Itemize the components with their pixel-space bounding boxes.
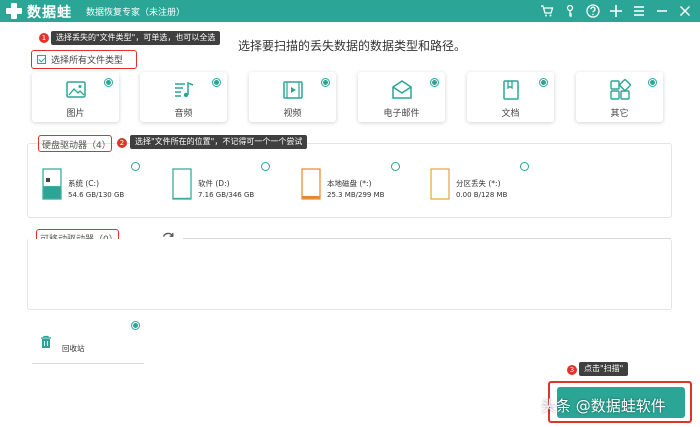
watermark-overlay: 头条 @数据蛙软件 xyxy=(541,397,666,415)
app-name: 数据蛙 xyxy=(27,5,72,21)
file-type-radio[interactable] xyxy=(430,78,439,87)
drive-size: 25.3 MB/299 MB xyxy=(327,191,385,199)
file-type-card-document[interactable]: 文档 xyxy=(467,72,554,122)
file-type-card-image[interactable]: 图片 xyxy=(32,72,119,122)
step-badge-1: 1 xyxy=(39,33,49,43)
document-icon xyxy=(503,80,519,100)
drive-name: 本地磁盘 (*:) xyxy=(327,179,372,188)
cart-icon[interactable] xyxy=(538,2,556,20)
file-type-label: 电子邮件 xyxy=(383,109,420,119)
page-headline: 选择要扫描的丢失数据的数据类型和路径。 xyxy=(238,39,467,53)
drive-item-lost[interactable]: 分区丢失 (*:) 0.00 B/128 MB xyxy=(430,168,550,204)
drive-item-local[interactable]: 本地磁盘 (*:) 25.3 MB/299 MB xyxy=(301,168,421,204)
hard-drive-icon xyxy=(430,168,450,200)
file-type-card-audio[interactable]: 音频 xyxy=(140,72,227,122)
hard-drive-icon xyxy=(42,168,62,200)
step-badge-2: 2 xyxy=(117,138,127,148)
step-badge-3: 3 xyxy=(567,365,577,375)
file-type-radio[interactable] xyxy=(104,78,113,87)
hard-drives-title: 硬盘驱动器（4） xyxy=(42,141,111,151)
other-icon xyxy=(610,79,631,100)
plus-icon[interactable] xyxy=(607,2,625,20)
recycle-bin-item[interactable]: 回收站 xyxy=(38,334,138,354)
file-type-label: 视频 xyxy=(283,109,302,119)
recycle-bin-radio[interactable] xyxy=(131,321,140,330)
file-type-card-email[interactable]: 电子邮件 xyxy=(358,72,445,122)
app-subtitle: 数据恢复专家（未注册） xyxy=(86,8,186,18)
close-icon[interactable] xyxy=(676,2,694,20)
removable-drives-panel xyxy=(27,239,672,310)
image-icon xyxy=(66,81,86,98)
callout-select-type: 选择丢失的"文件类型"，可单选，也可以全选 xyxy=(51,31,221,45)
drive-item-c[interactable]: 系统 (C:) 54.6 GB/130 GB xyxy=(42,168,162,204)
file-type-label: 其它 xyxy=(610,109,629,119)
file-type-radio[interactable] xyxy=(321,78,330,87)
drive-size: 0.00 B/128 MB xyxy=(456,191,508,199)
drive-item-d[interactable]: 软件 (D:) 7.16 GB/346 GB xyxy=(172,168,292,204)
drive-name: 软件 (D:) xyxy=(198,179,230,188)
drive-size: 7.16 GB/346 GB xyxy=(198,191,255,199)
file-type-card-other[interactable]: 其它 xyxy=(576,72,663,122)
file-type-radio[interactable] xyxy=(539,78,548,87)
select-all-checkbox[interactable]: 选择所有文件类型 xyxy=(32,51,136,68)
help-icon[interactable] xyxy=(584,2,602,20)
app-logo-icon xyxy=(6,3,22,19)
file-type-radio[interactable] xyxy=(212,78,221,87)
audio-icon xyxy=(175,81,194,98)
drive-name: 分区丢失 (*:) xyxy=(456,179,501,188)
menu-icon[interactable] xyxy=(630,2,648,20)
file-type-label: 文档 xyxy=(501,109,520,119)
file-type-label: 音频 xyxy=(174,109,193,119)
hard-drive-icon xyxy=(301,168,321,200)
key-icon[interactable] xyxy=(561,2,579,20)
file-type-radio[interactable] xyxy=(648,78,657,87)
minimize-icon[interactable] xyxy=(653,2,671,20)
callout-select-location: 选择"文件所在的位置"，不记得可一个一个尝试 xyxy=(130,135,308,149)
file-type-label: 图片 xyxy=(66,109,85,119)
hard-drive-icon xyxy=(172,168,192,200)
drive-size: 54.6 GB/130 GB xyxy=(68,191,125,199)
drive-name: 系统 (C:) xyxy=(68,179,99,188)
checkbox-icon[interactable] xyxy=(37,55,46,64)
recycle-bin-label: 回收站 xyxy=(62,344,85,353)
email-icon xyxy=(392,80,412,99)
trash-icon xyxy=(41,335,51,348)
video-icon xyxy=(283,81,303,99)
recycle-divider xyxy=(32,363,144,364)
callout-click-scan: 点击"扫描" xyxy=(579,362,629,376)
file-type-card-video[interactable]: 视频 xyxy=(249,72,336,122)
title-bar: 数据蛙 数据恢复专家（未注册） xyxy=(0,0,700,22)
select-all-label: 选择所有文件类型 xyxy=(51,56,124,66)
